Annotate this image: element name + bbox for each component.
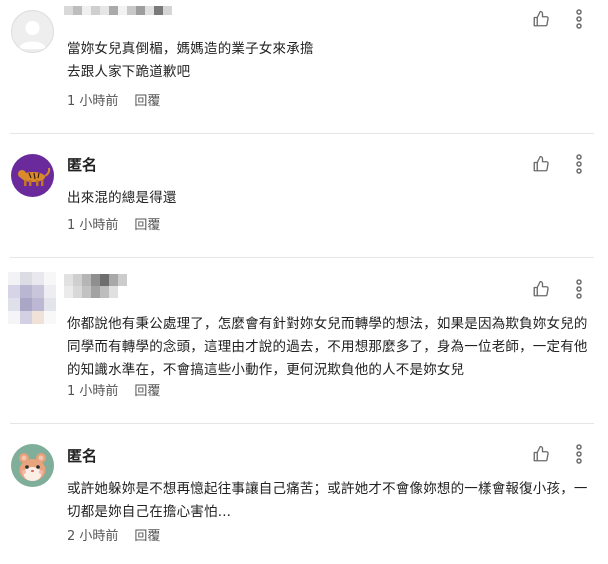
divider xyxy=(10,133,594,134)
comment-body: 出來混的總是得還 xyxy=(67,190,177,206)
comment-meta: 1 小時前 回覆 xyxy=(67,217,160,235)
reply-button[interactable]: 回覆 xyxy=(134,528,160,546)
reply-button[interactable]: 回覆 xyxy=(134,383,160,401)
thumbs-up-icon[interactable] xyxy=(532,280,550,298)
more-vertical-icon[interactable] xyxy=(572,278,586,300)
username-obscured[interactable] xyxy=(64,6,172,15)
thumbs-up-icon[interactable] xyxy=(532,10,550,28)
more-vertical-icon[interactable] xyxy=(572,443,586,465)
divider xyxy=(10,257,594,258)
tiger-avatar-icon[interactable] xyxy=(11,154,54,197)
hamster-avatar-icon[interactable] xyxy=(11,444,54,487)
comment-meta: 1 小時前 回覆 xyxy=(67,383,160,401)
comment-meta: 2 小時前 回覆 xyxy=(67,528,160,546)
comment-meta: 1 小時前 回覆 xyxy=(67,93,160,111)
comment-time: 2 小時前 xyxy=(67,529,119,544)
comment-body: 或許她躲妳是不想再憶起往事讓自己痛苦；或許她才不會像妳想的一樣會報復小孩，一切都… xyxy=(67,481,588,520)
username[interactable]: 匿名 xyxy=(67,155,97,175)
reply-button[interactable]: 回覆 xyxy=(134,93,160,111)
more-vertical-icon[interactable] xyxy=(572,8,586,30)
thumbs-up-icon[interactable] xyxy=(532,155,550,173)
thumbs-up-icon[interactable] xyxy=(532,445,550,463)
comment-body: 當妳女兒真倒楣，媽媽造的業子女來承擔 去跟人家下跪道歉吧 xyxy=(67,41,314,80)
comment-time: 1 小時前 xyxy=(67,218,119,233)
comment-time: 1 小時前 xyxy=(67,384,119,399)
reply-button[interactable]: 回覆 xyxy=(134,217,160,235)
username-obscured[interactable] xyxy=(64,274,127,286)
pixelated-avatar-icon[interactable] xyxy=(8,272,56,324)
comment-body: 你都說他有秉公處理了，怎麼會有針對妳女兒而轉學的想法，如果是因為欺負妳女兒的同學… xyxy=(67,316,588,378)
username[interactable]: 匿名 xyxy=(67,446,97,466)
more-vertical-icon[interactable] xyxy=(572,153,586,175)
default-user-avatar-icon[interactable] xyxy=(11,10,54,53)
divider xyxy=(10,423,594,424)
comment-time: 1 小時前 xyxy=(67,94,119,109)
